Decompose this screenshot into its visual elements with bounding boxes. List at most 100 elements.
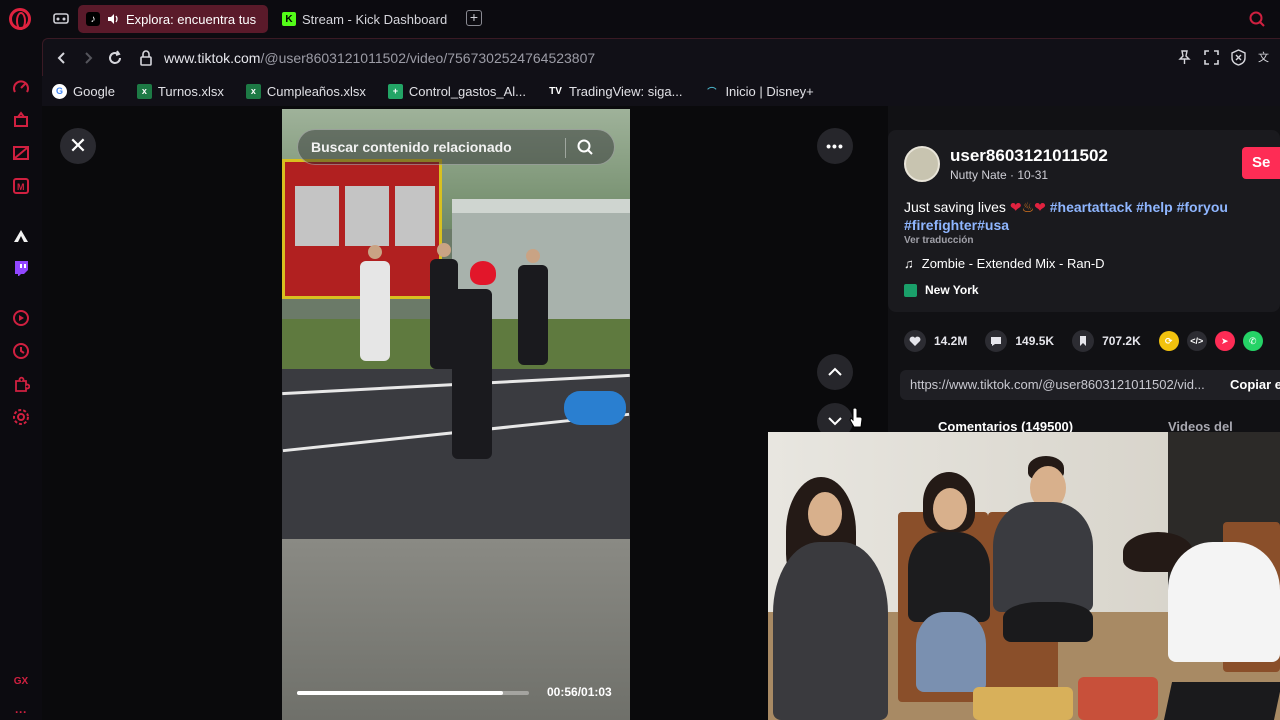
webcam-overlay — [768, 432, 1280, 720]
search-icon[interactable] — [576, 138, 594, 156]
repost-icon[interactable]: ⟳ — [1158, 331, 1179, 351]
sidebar-rail: M GX ··· — [0, 0, 42, 720]
chevron-down-icon — [828, 417, 842, 426]
embed-icon[interactable]: </> — [1186, 331, 1207, 351]
comment-icon — [985, 330, 1008, 352]
heart-emoji-icon: ❤ — [1034, 199, 1046, 215]
video-person — [518, 265, 548, 365]
reload-icon[interactable] — [106, 49, 124, 67]
bookmarks-bar: G Google x Turnos.xlsx x Cumpleaños.xlsx… — [42, 76, 1280, 106]
forward-icon[interactable] — [79, 49, 97, 67]
bookmark-label: Turnos.xlsx — [157, 83, 224, 99]
gx-corner-icon[interactable] — [11, 143, 31, 163]
previous-video-button[interactable] — [817, 354, 853, 390]
player-icon[interactable] — [11, 308, 31, 328]
follow-button[interactable]: Se — [1242, 147, 1280, 179]
twitch-icon[interactable] — [11, 258, 31, 278]
back-icon[interactable] — [53, 49, 71, 67]
webcam-person — [1168, 542, 1280, 662]
webcam-laptop — [1163, 682, 1280, 720]
bookmark-label: Control_gastos_Al... — [408, 83, 526, 99]
avatar[interactable] — [904, 146, 940, 182]
bookmark-cumpleanos[interactable]: x Cumpleaños.xlsx — [245, 83, 366, 99]
pin-icon[interactable] — [1176, 49, 1193, 66]
whatsapp-icon[interactable]: ✆ — [1242, 331, 1263, 351]
bookmark-control-gastos[interactable]: + Control_gastos_Al... — [387, 83, 526, 99]
fire-emoji-icon: ♨ — [1021, 199, 1035, 215]
search-divider — [565, 138, 566, 158]
mail-m-icon[interactable]: M — [11, 176, 31, 196]
browser-window: M GX ··· ♪ Explora: encuentra tus K Stre… — [0, 0, 1280, 720]
webcam-person — [993, 502, 1093, 612]
translate-icon[interactable]: 文 — [1257, 49, 1274, 66]
sheets-icon: + — [387, 83, 403, 99]
kick-arrow-icon[interactable] — [11, 226, 31, 246]
gx-control-icon[interactable] — [11, 110, 31, 130]
truck-window — [395, 186, 435, 246]
save-button[interactable]: 707.2K — [1072, 330, 1141, 352]
gx-logo-icon[interactable]: GX — [11, 671, 31, 691]
svg-text:M: M — [17, 182, 25, 192]
send-icon[interactable]: ➤ — [1214, 331, 1235, 351]
webcam-person-face — [933, 488, 967, 530]
webcam-person-jeans — [916, 612, 986, 692]
webcam-person-face — [808, 492, 842, 536]
webcam-person — [908, 532, 990, 622]
search-icon[interactable] — [1248, 10, 1266, 28]
video-scene-dummy — [564, 391, 626, 425]
like-button[interactable]: 14.2M — [904, 330, 967, 352]
video-player[interactable]: Buscar contenido relacionado 00:56/01:03 — [282, 109, 630, 720]
bookmark-icon — [1072, 330, 1095, 352]
bookmark-tradingview[interactable]: TV TradingView: siga... — [548, 84, 682, 99]
address-bar: www.tiktok.com/@user8603121011502/video/… — [42, 38, 1280, 76]
copy-link-button[interactable]: Copiar e — [1230, 377, 1280, 392]
more-options-button[interactable]: ••• — [817, 128, 853, 164]
vr-headset-icon[interactable] — [52, 9, 70, 27]
tab-tiktok[interactable]: ♪ Explora: encuentra tus — [78, 5, 268, 33]
speaker-icon[interactable] — [106, 12, 120, 26]
translate-link[interactable]: Ver traducción — [904, 235, 973, 246]
share-link-url: https://www.tiktok.com/@user860312101150… — [910, 377, 1205, 392]
related-search-input[interactable]: Buscar contenido relacionado — [297, 129, 615, 165]
close-button[interactable]: ✕ — [60, 128, 96, 164]
heart-icon — [904, 330, 926, 352]
username[interactable]: user8603121011502 — [950, 146, 1108, 166]
lock-icon[interactable] — [137, 49, 155, 67]
share-link-field[interactable]: https://www.tiktok.com/@user860312101150… — [900, 370, 1280, 400]
mouse-cursor-icon — [849, 408, 863, 428]
video-time: 00:56/01:03 — [547, 685, 612, 699]
heart-emoji-icon: ❤ — [1009, 199, 1022, 215]
hashtags[interactable]: #firefighter#usa — [904, 217, 1009, 233]
history-icon[interactable] — [11, 341, 31, 361]
video-person — [360, 261, 390, 361]
disney-icon: ⌒ — [707, 86, 717, 97]
extensions-icon[interactable] — [11, 374, 31, 394]
speed-dial-icon[interactable] — [11, 78, 31, 98]
hashtags[interactable]: #heartattack #help #foryou — [1050, 199, 1228, 215]
tab-label: Explora: encuentra tus — [126, 11, 257, 27]
bookmark-google[interactable]: G Google — [52, 83, 115, 99]
comment-button[interactable]: 149.5K — [985, 330, 1054, 352]
video-progress-bar[interactable] — [297, 691, 529, 695]
video-person-head — [526, 249, 540, 263]
bookmark-label: TradingView: siga... — [568, 83, 683, 99]
opera-logo-icon[interactable] — [9, 8, 31, 30]
bookmark-turnos[interactable]: x Turnos.xlsx — [136, 83, 224, 99]
snapshot-icon[interactable] — [1203, 49, 1220, 66]
more-dots-icon[interactable]: ··· — [11, 702, 31, 720]
bookmark-disney[interactable]: ⌒ Inicio | Disney+ — [704, 84, 813, 99]
tab-kick[interactable]: K Stream - Kick Dashboard — [274, 5, 464, 33]
url-field[interactable]: www.tiktok.com/@user8603121011502/video/… — [164, 50, 595, 66]
excel-icon: x — [136, 83, 152, 99]
address-actions: 文 — [1176, 49, 1274, 66]
adblock-icon[interactable] — [1230, 49, 1247, 66]
new-tab-button[interactable]: + — [466, 10, 482, 26]
webcam-person-shorts — [1003, 602, 1093, 642]
settings-icon[interactable] — [11, 407, 31, 427]
location-link[interactable]: New York — [904, 283, 979, 297]
url-host: www.tiktok.com — [164, 50, 261, 66]
engagement-stats: 14.2M 149.5K 707.2K ⟳ </> ➤ ✆ — [904, 330, 1271, 352]
music-note-icon: ♫ — [904, 256, 914, 271]
music-link[interactable]: ♫ Zombie - Extended Mix - Ran-D — [904, 256, 1105, 271]
video-runner-helmet — [470, 261, 496, 285]
